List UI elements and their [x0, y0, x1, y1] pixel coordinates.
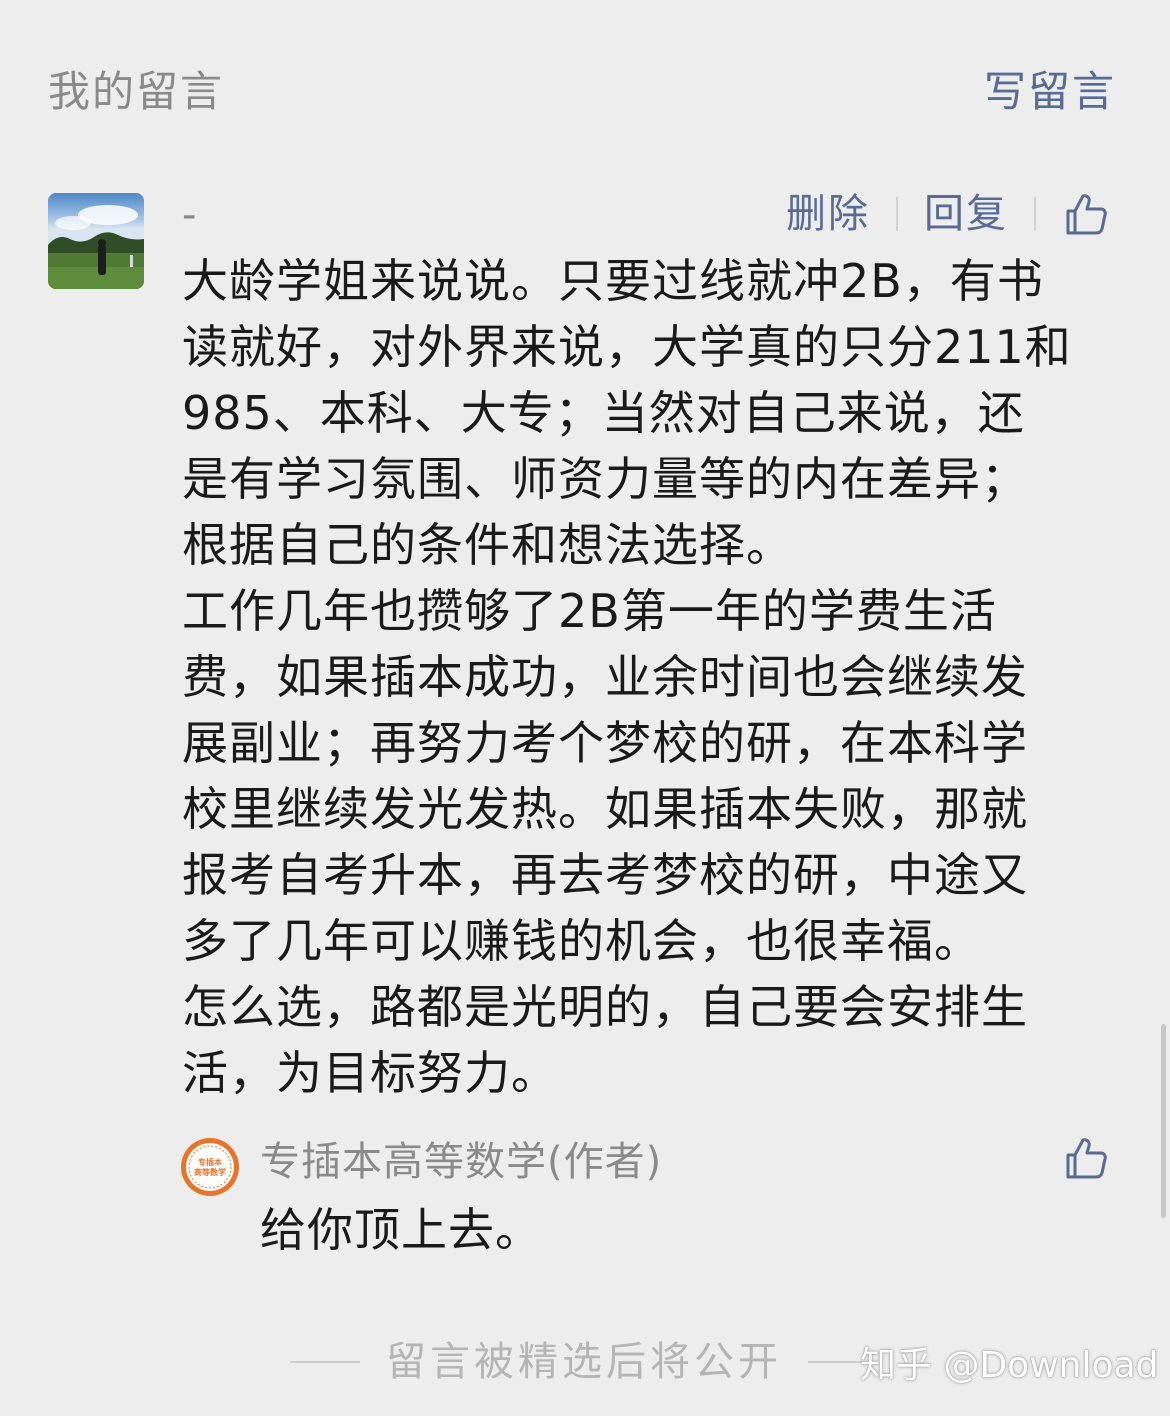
- thumbs-up-icon[interactable]: [1062, 1134, 1110, 1182]
- comment-line: 多了几年可以赚钱的机会，也很幸福。: [182, 914, 981, 968]
- watermark: 知乎 @Download: [860, 1345, 1159, 1386]
- action-divider: [1034, 197, 1036, 231]
- comment-line: 读就好，对外界来说，大学真的只分211和: [182, 320, 1072, 374]
- comment-nickname: -: [182, 192, 197, 238]
- comment-line: 根据自己的条件和想法选择。: [182, 518, 793, 572]
- write-comment-button[interactable]: 写留言: [984, 64, 1116, 120]
- author-avatar[interactable]: 专插本 高等数学: [180, 1137, 240, 1197]
- comment-line: 费，如果插本成功，业余时间也会继续发: [182, 650, 1028, 704]
- comment-line: 报考自考升本，再去考梦校的研，中途又: [182, 848, 1028, 902]
- comment-line: 怎么选，路都是光明的，自己要会安排生: [182, 980, 1028, 1034]
- author-avatar-text: 专插本: [198, 1157, 222, 1167]
- comment-text: 大龄学姐来说说。只要过线就冲2B，有书 读就好，对外界来说，大学真的只分211和…: [182, 248, 1122, 1106]
- reply-text: 给你顶上去。: [260, 1203, 542, 1257]
- comment-line: 985、本科、大专；当然对自己来说，还: [182, 386, 1025, 440]
- reply-author: 专插本高等数学(作者): [260, 1139, 663, 1185]
- comment-line: 大龄学姐来说说。只要过线就冲2B，有书: [182, 254, 1044, 308]
- page-title: 我的留言: [48, 67, 225, 116]
- comment-actions: 删除 回复: [786, 186, 1110, 242]
- delete-button[interactable]: 删除: [786, 186, 870, 242]
- comment-line: 工作几年也攒够了2B第一年的学费生活: [182, 584, 997, 638]
- comment-line: 校里继续发光发热。如果插本失败，那就: [182, 782, 1028, 836]
- author-avatar-text: 高等数学: [194, 1167, 226, 1177]
- action-divider: [896, 197, 898, 231]
- comment-line: 展副业；再努力考个梦校的研，在本科学: [182, 716, 1028, 770]
- reply-button[interactable]: 回复: [924, 186, 1008, 242]
- divider: [290, 1361, 360, 1363]
- comment-line: 是有学习氛围、师资力量等的内在差异；: [182, 452, 1028, 506]
- scrollbar[interactable]: [1161, 1024, 1166, 1218]
- thumbs-up-icon[interactable]: [1062, 190, 1110, 238]
- comment-line: 活，为目标努力。: [182, 1046, 558, 1100]
- footer-text: 留言被精选后将公开: [386, 1339, 782, 1385]
- reply-like: [1062, 1134, 1110, 1182]
- avatar[interactable]: [48, 193, 144, 289]
